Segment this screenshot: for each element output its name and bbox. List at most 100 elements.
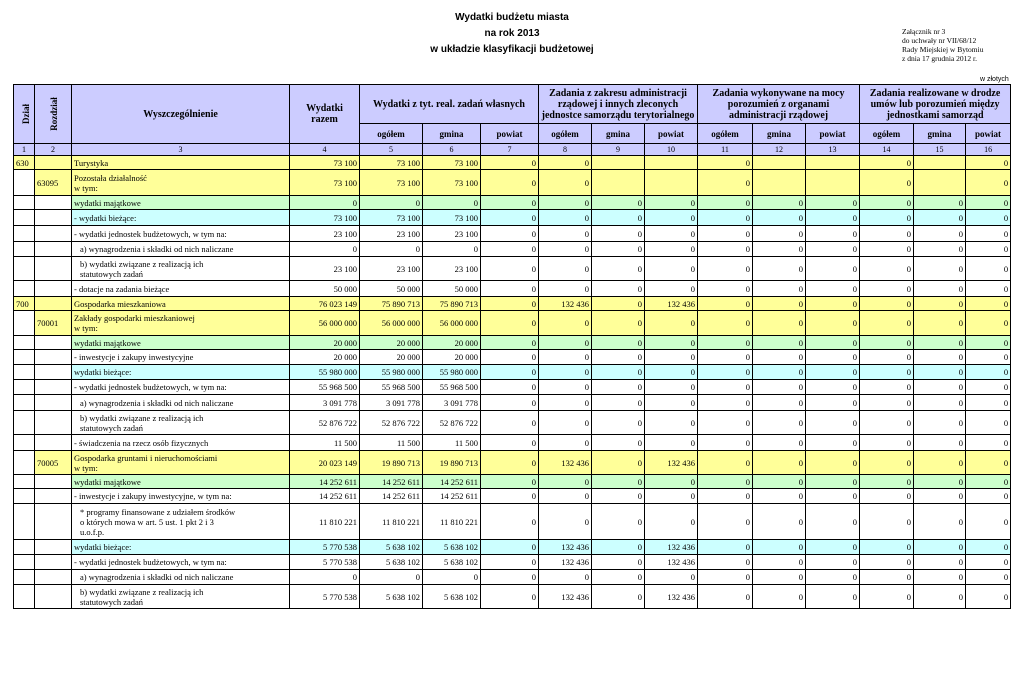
cell-value: 14 252 611 (359, 474, 423, 489)
cell-value: 0 (752, 539, 807, 555)
table-row: wydatki bieżące: 55 980 000 55 980 000 55 9… (13, 364, 1012, 380)
cell-value: 0 (591, 310, 646, 336)
cell-value: 0 (591, 296, 646, 311)
cell-value: 0 (538, 209, 593, 226)
cell-value: 0 (479, 195, 540, 210)
cell-rozdzial (34, 539, 72, 555)
cell-value: 0 (591, 503, 646, 540)
cell-description: a) wynagrodzenia i składki od nich nalic… (71, 241, 290, 257)
table-row: b) wydatki związane z realizacją ich stat… (13, 256, 1012, 281)
cell-value: 0 (697, 410, 754, 435)
cell-value: 0 (644, 474, 699, 489)
cell-value: 0 (965, 364, 1012, 380)
table-row: a) wynagrodzenia i składki od nich nalic… (13, 241, 1012, 257)
cell-value: 0 (965, 394, 1012, 411)
table-row: - inwestycje i zakupy inwestycyjne, w ty… (13, 488, 1012, 504)
cell-value: 0 (965, 296, 1012, 311)
cell-value: 0 (538, 280, 593, 297)
cell-dzial (13, 310, 35, 336)
annex-line-4: z dnia 17 grudnia 2012 r. (902, 54, 977, 63)
header-jst-tasks: Zadania realizowane w drodze umów lub po… (859, 84, 1012, 124)
column-number: 9 (591, 143, 646, 156)
cell-value: 0 (752, 554, 807, 570)
cell-dzial (13, 209, 35, 226)
cell-value: 0 (697, 584, 754, 609)
cell-value: 0 (805, 349, 861, 365)
cell-value: 0 (913, 450, 967, 475)
cell-value: 132 436 (538, 584, 593, 609)
cell-value: 0 (479, 474, 540, 489)
title-line-1: Wydatki budżetu miasta (455, 12, 569, 23)
description-line: u.o.f.p. (80, 526, 105, 537)
cell-value: 0 (859, 310, 915, 336)
cell-value: 0 (538, 335, 593, 350)
cell-description: wydatki bieżące: (71, 364, 290, 380)
table-body: 630 Turystyka 73 100 73 100 73 100 0 0 0 0 0 63095… (13, 155, 1012, 609)
cell-value: 0 (538, 195, 593, 210)
cell-value: 20 000 (289, 335, 360, 350)
cell-rozdzial (34, 280, 72, 297)
cell-value: 0 (965, 335, 1012, 350)
cell-value: 55 968 500 (289, 379, 360, 395)
table-row: 630 Turystyka 73 100 73 100 73 100 0 0 0 0 0 (13, 155, 1012, 170)
cell-value: 3 091 778 (289, 394, 360, 411)
cell-value: 0 (965, 474, 1012, 489)
description-line: wydatki bieżące: (74, 367, 132, 377)
cell-value: 0 (359, 241, 423, 257)
description-line: - świadczenia na rzecz osób fizycznych (74, 437, 209, 448)
description-line: w tym: (74, 462, 98, 473)
cell-value: 0 (479, 256, 540, 281)
cell-dzial (13, 569, 35, 585)
cell-value: 14 252 611 (289, 474, 360, 489)
cell-dzial (13, 539, 35, 555)
cell-description: Turystyka (71, 155, 290, 170)
cell-value: 0 (591, 364, 646, 380)
description-line: Zakłady gospodarki mieszkaniowej (74, 313, 195, 323)
cell-value: 0 (859, 488, 915, 504)
cell-rozdzial (34, 195, 72, 210)
description-line: wydatki majątkowe (74, 197, 141, 208)
cell-description: Zakłady gospodarki mieszkaniowej w tym: (71, 310, 290, 336)
cell-description: wydatki majątkowe (71, 195, 290, 210)
table-row: 70005 Gospodarka gruntami i nieruchomości… (13, 450, 1012, 475)
cell-value: 0 (479, 349, 540, 365)
sub-header-powiat: powiat (644, 123, 699, 144)
column-number-row: 1 2 3 4 5 6 7 8 9 10 11 12 13 14 15 16 (13, 143, 1012, 156)
cell-value: 20 000 (422, 349, 481, 365)
column-number: 5 (359, 143, 423, 156)
column-number: 4 (289, 143, 360, 156)
cell-value: 0 (859, 584, 915, 609)
cell-value: 0 (697, 488, 754, 504)
cell-value: 0 (591, 349, 646, 365)
annex-line-1: Załącznik nr 3 (902, 27, 946, 36)
cell-value: 23 100 (289, 256, 360, 281)
table-row: wydatki majątkowe 14 252 611 14 252 611 14 … (13, 474, 1012, 489)
column-number: 3 (71, 143, 290, 156)
table-row: - wydatki jednostek budżetowych, w tym n… (13, 554, 1012, 570)
cell-value: 3 091 778 (422, 394, 481, 411)
cell-value: 0 (479, 364, 540, 380)
cell-description: - wydatki jednostek budżetowych, w tym n… (71, 554, 290, 570)
sub-header-powiat: powiat (805, 123, 861, 144)
cell-value: 0 (965, 195, 1012, 210)
header-agreement-tasks: Zadania wykonywane na mocy porozumień z … (697, 84, 861, 124)
cell-value: 0 (591, 434, 646, 451)
cell-value: 0 (697, 155, 754, 170)
description-line: Gospodarka gruntami i nieruchomościami (74, 452, 218, 463)
cell-value: 0 (591, 474, 646, 489)
table-row: - wydatki jednostek budżetowych, w tym n… (13, 379, 1012, 395)
cell-value: 0 (697, 209, 754, 226)
cell-value: 0 (697, 349, 754, 365)
cell-description: Gospodarka gruntami i nieruchomościami w … (71, 450, 290, 475)
cell-description: - wydatki jednostek budżetowych, w tym n… (71, 379, 290, 395)
cell-value: 0 (752, 410, 807, 435)
column-number: 8 (538, 143, 593, 156)
cell-value: 0 (965, 584, 1012, 609)
cell-value: 0 (479, 169, 540, 196)
cell-value: 14 252 611 (422, 474, 481, 489)
cell-value: 0 (965, 225, 1012, 242)
cell-value: 0 (859, 364, 915, 380)
cell-dzial (13, 584, 35, 609)
cell-value: 0 (591, 241, 646, 257)
cell-value: 5 638 102 (422, 584, 481, 609)
